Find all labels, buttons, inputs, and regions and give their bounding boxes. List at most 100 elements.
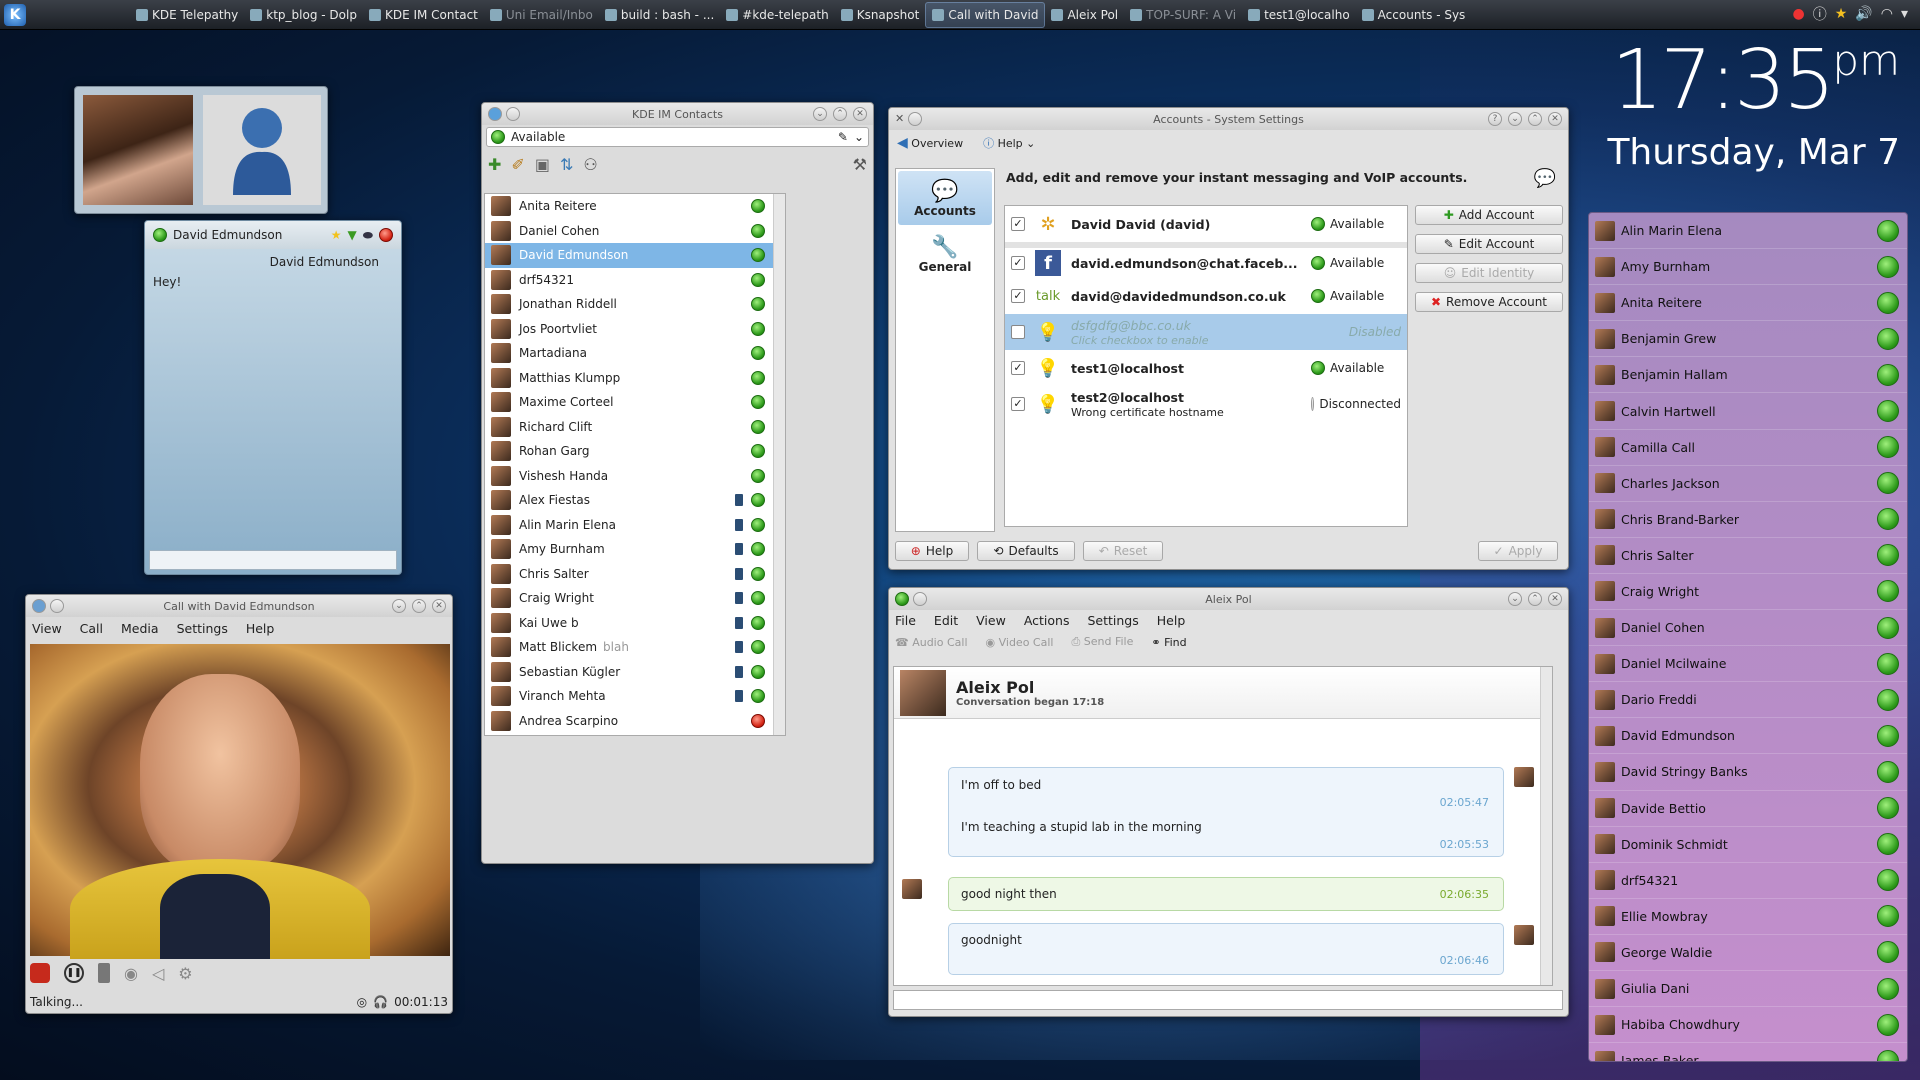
hide-icon[interactable]: ⬬ bbox=[363, 228, 373, 243]
plasmoid-contact-row[interactable]: drf54321 bbox=[1589, 863, 1907, 899]
plasmoid-contact-row[interactable]: Amy Burnham bbox=[1589, 249, 1907, 286]
plasmoid-contact-row[interactable]: Chris Brand-Barker bbox=[1589, 502, 1907, 538]
taskbar-task[interactable]: KDE IM Contact bbox=[363, 2, 484, 28]
close-icon[interactable]: ✕ bbox=[1548, 592, 1562, 606]
account-row[interactable]: ✓ talk david@davidedmundson.co.uk Available bbox=[1005, 278, 1407, 314]
video-call-button[interactable]: ◉ Video Call bbox=[986, 636, 1054, 649]
close-icon[interactable]: ✕ bbox=[1548, 112, 1562, 126]
taskbar-task[interactable]: #kde-telepath bbox=[720, 2, 834, 28]
plasmoid-contact-row[interactable]: Chris Salter bbox=[1589, 538, 1907, 574]
add-account-button[interactable]: ✚ Add Account bbox=[1415, 205, 1563, 225]
speaker-icon[interactable]: ◁ bbox=[152, 964, 164, 983]
menu-item[interactable]: Media bbox=[121, 621, 159, 636]
window-menu-icon[interactable] bbox=[908, 112, 923, 126]
overview-button[interactable]: ◀ Overview bbox=[897, 135, 963, 151]
minimize-icon[interactable]: ⌄ bbox=[813, 107, 827, 121]
popup-input[interactable] bbox=[149, 550, 397, 570]
contact-row[interactable]: Viranch Mehta bbox=[485, 684, 785, 709]
contact-row[interactable]: Kai Uwe b bbox=[485, 611, 785, 636]
plasmoid-contact-row[interactable]: Benjamin Hallam bbox=[1589, 357, 1907, 394]
menu-item[interactable]: Settings bbox=[177, 621, 228, 636]
plasmoid-contact-row[interactable]: Ellie Mowbray bbox=[1589, 899, 1907, 935]
close-icon[interactable]: ✕ bbox=[432, 599, 446, 613]
maximize-icon[interactable]: ⌃ bbox=[833, 107, 847, 121]
contacts-scrollbar[interactable] bbox=[773, 194, 785, 735]
remove-account-button[interactable]: ✖ Remove Account bbox=[1415, 292, 1563, 312]
plasmoid-contact-row[interactable]: David Stringy Banks bbox=[1589, 754, 1907, 791]
join-chat-icon[interactable]: ✐ bbox=[511, 155, 524, 174]
chat-scrollbar[interactable] bbox=[1540, 667, 1552, 985]
plasmoid-contact-row[interactable]: Giulia Dani bbox=[1589, 971, 1907, 1008]
taskbar-task[interactable]: ktp_blog - Dolp bbox=[244, 2, 363, 28]
camera-icon[interactable]: ◉ bbox=[124, 964, 138, 983]
send-file-button[interactable]: ⎙ Send File bbox=[1071, 635, 1133, 649]
edit-presence-icon[interactable]: ✎ bbox=[838, 130, 848, 144]
taskbar-task[interactable]: Uni Email/Inbo bbox=[484, 2, 599, 28]
window-menu-icon[interactable] bbox=[506, 107, 520, 121]
defaults-button[interactable]: ⟲ Defaults bbox=[977, 541, 1075, 561]
plasmoid-contact-row[interactable]: James Baker bbox=[1589, 1043, 1907, 1061]
contact-row[interactable]: Richard Clift bbox=[485, 415, 785, 440]
down-arrow-icon[interactable]: ▼ bbox=[348, 228, 357, 242]
menu-item[interactable]: Actions bbox=[1024, 613, 1070, 628]
plasmoid-contact-row[interactable]: Craig Wright bbox=[1589, 574, 1907, 611]
info-icon[interactable]: ⓘ bbox=[1813, 4, 1827, 24]
account-row[interactable]: ✓ 💡 test1@localhost Available bbox=[1005, 350, 1407, 386]
plasmoid-contact-row[interactable]: Anita Reitere bbox=[1589, 285, 1907, 322]
account-row[interactable]: ✓ f david.edmundson@chat.faceb... Available bbox=[1005, 242, 1407, 278]
plasmoid-contact-row[interactable]: Calvin Hartwell bbox=[1589, 393, 1907, 430]
presence-selector[interactable]: Available ✎ ⌄ bbox=[486, 127, 869, 147]
taskbar-task[interactable]: build : bash - ... bbox=[599, 2, 720, 28]
contact-row[interactable]: Daniel Cohen bbox=[485, 219, 785, 244]
account-checkbox[interactable] bbox=[1011, 325, 1025, 339]
menu-item[interactable]: Edit bbox=[934, 613, 958, 628]
contact-row[interactable]: Martadiana bbox=[485, 341, 785, 366]
chevron-down-icon[interactable]: ⌄ bbox=[854, 130, 864, 144]
audio-call-button[interactable]: ☎ Audio Call bbox=[895, 636, 968, 649]
edit-identity-button[interactable]: ☺ Edit Identity bbox=[1415, 263, 1563, 283]
sidebar-item-accounts[interactable]: 💬 Accounts bbox=[898, 171, 992, 225]
edit-account-button[interactable]: ✎ Edit Account bbox=[1415, 234, 1563, 254]
plasmoid-contact-row[interactable]: Charles Jackson bbox=[1589, 466, 1907, 502]
account-checkbox[interactable]: ✓ bbox=[1011, 256, 1025, 270]
plasmoid-contact-row[interactable]: David Edmundson bbox=[1589, 718, 1907, 755]
menu-item[interactable]: Help bbox=[246, 621, 275, 636]
contact-row[interactable]: Alin Marin Elena bbox=[485, 513, 785, 538]
contact-row[interactable]: Craig Wright bbox=[485, 586, 785, 611]
hangup-icon[interactable] bbox=[30, 963, 50, 983]
window-menu-icon[interactable] bbox=[50, 599, 64, 613]
window-menu-icon[interactable] bbox=[913, 592, 927, 606]
maximize-icon[interactable]: ⌃ bbox=[1528, 112, 1542, 126]
account-row[interactable]: ✓ 💡 test2@localhost Wrong certificate hostn… bbox=[1005, 386, 1407, 422]
plasmoid-contact-row[interactable]: Dario Freddi bbox=[1589, 682, 1907, 719]
taskbar-task[interactable]: Ksnapshot bbox=[835, 2, 926, 28]
sort-icon[interactable]: ⇅ bbox=[560, 155, 573, 174]
menu-item[interactable]: View bbox=[976, 613, 1006, 628]
help-button[interactable]: ⊕ Help bbox=[895, 541, 969, 561]
plasmoid-contact-row[interactable]: Camilla Call bbox=[1589, 430, 1907, 466]
reset-button[interactable]: ↶ Reset bbox=[1083, 541, 1163, 561]
find-button[interactable]: ⚭ Find bbox=[1151, 636, 1186, 649]
taskbar-task[interactable]: TOP-SURF: A Vi bbox=[1124, 2, 1242, 28]
contact-row[interactable]: Alex Fiestas bbox=[485, 488, 785, 513]
tools-icon[interactable]: ⚒ bbox=[853, 155, 867, 174]
contact-row[interactable]: Maxime Corteel bbox=[485, 390, 785, 415]
star-icon[interactable]: ★ bbox=[1835, 6, 1848, 22]
apply-button[interactable]: ✓ Apply bbox=[1478, 541, 1558, 561]
minimize-icon[interactable]: ⌄ bbox=[1508, 592, 1522, 606]
favorite-star-icon[interactable]: ★ bbox=[331, 228, 342, 242]
menu-item[interactable]: Call bbox=[80, 621, 103, 636]
plasmoid-contact-row[interactable]: Davide Bettio bbox=[1589, 791, 1907, 827]
taskbar-task[interactable]: Aleix Pol bbox=[1045, 2, 1124, 28]
contact-row[interactable]: Jonathan Riddell bbox=[485, 292, 785, 317]
plasmoid-contact-row[interactable]: Habiba Chowdhury bbox=[1589, 1007, 1907, 1044]
telepathy-presence-icon[interactable]: ● bbox=[1793, 6, 1805, 22]
plasmoid-contact-row[interactable]: Daniel Mcilwaine bbox=[1589, 646, 1907, 683]
account-checkbox[interactable]: ✓ bbox=[1011, 289, 1025, 303]
contact-row[interactable]: Matthias Klumpp bbox=[485, 366, 785, 391]
account-checkbox[interactable]: ✓ bbox=[1011, 217, 1025, 231]
account-checkbox[interactable]: ✓ bbox=[1011, 361, 1025, 375]
taskbar-task[interactable]: Call with David bbox=[925, 1, 1046, 28]
contact-row[interactable]: Amy Burnham bbox=[485, 537, 785, 562]
message-input[interactable] bbox=[893, 990, 1563, 1010]
